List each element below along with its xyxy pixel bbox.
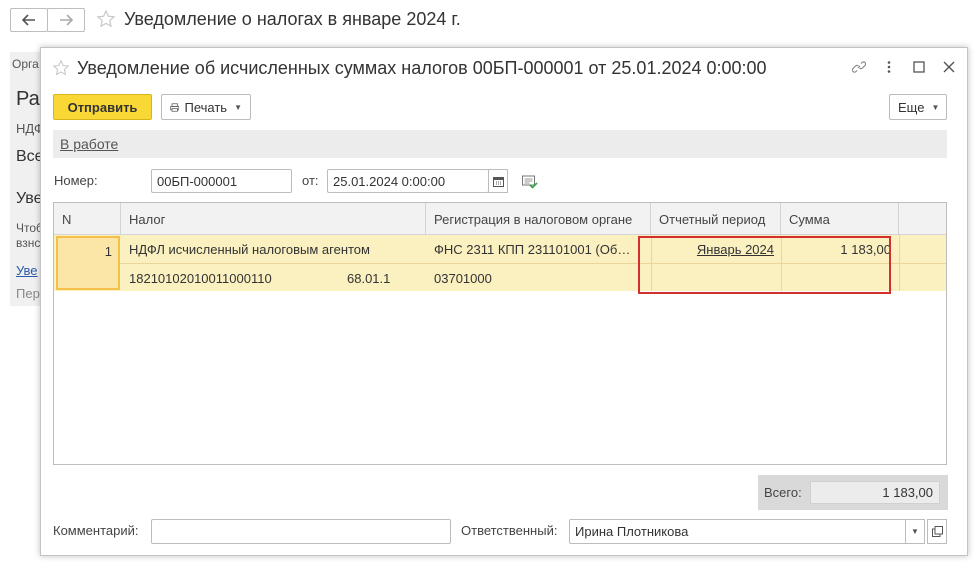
bg-per: Пер: [16, 286, 40, 301]
number-label: Номер:: [54, 173, 98, 188]
forward-button[interactable]: [47, 8, 85, 32]
comment-label: Комментарий:: [53, 523, 139, 538]
back-button[interactable]: [10, 8, 48, 32]
bg-link[interactable]: Уве: [16, 263, 38, 278]
link-button[interactable]: [851, 59, 867, 75]
calendar-icon: [492, 176, 504, 187]
table-header: N Налог Регистрация в налоговом органе О…: [54, 203, 946, 235]
open-window-icon: [931, 526, 943, 537]
number-field[interactable]: 00БП-000001: [151, 169, 292, 193]
window-title: Уведомление об исчисленных суммах налого…: [77, 58, 767, 78]
chevron-down-icon: ▼: [911, 527, 919, 536]
more-button-label: Еще: [898, 99, 925, 115]
responsible-field[interactable]: Ирина Плотникова: [569, 519, 925, 544]
column-divider: [899, 235, 900, 291]
status-bar: В работе: [53, 130, 947, 158]
calendar-button[interactable]: [488, 169, 508, 193]
favorite-star-icon[interactable]: [96, 9, 116, 29]
bg-heading: Ра: [16, 88, 40, 110]
comment-field[interactable]: [151, 519, 451, 544]
document-status-icon[interactable]: [522, 175, 538, 192]
account-cell[interactable]: 68.01.1: [347, 271, 390, 286]
bg-line1: Чтоб: [16, 221, 43, 235]
vertical-dots-icon: [887, 61, 891, 73]
arrow-right-icon: [60, 14, 73, 26]
link-icon: [852, 61, 866, 73]
open-responsible-button[interactable]: [927, 519, 947, 544]
total-label: Всего:: [764, 485, 802, 500]
more-actions-button[interactable]: [881, 59, 897, 75]
bg-line2: взнс: [16, 236, 41, 250]
more-button[interactable]: Еще ▼: [889, 94, 947, 120]
column-header-sum[interactable]: Сумма: [781, 203, 899, 235]
oktmo-cell[interactable]: 03701000: [434, 271, 492, 286]
row-number: 1: [104, 244, 112, 259]
send-button[interactable]: Отправить: [53, 94, 152, 120]
responsible-label: Ответственный:: [461, 523, 558, 538]
total-value: 1 183,00: [810, 481, 940, 504]
total-panel: Всего: 1 183,00: [758, 475, 948, 510]
date-label: от:: [302, 173, 319, 188]
window-controls: [851, 59, 957, 75]
page-title: Уведомление о налогах в январе 2024 г.: [124, 9, 461, 29]
notification-window: Уведомление об исчисленных суммах налого…: [40, 47, 968, 556]
status-link[interactable]: В работе: [60, 136, 118, 152]
column-header-tax[interactable]: Налог: [121, 203, 426, 235]
responsible-dropdown-button[interactable]: ▼: [905, 519, 925, 544]
kbk-cell[interactable]: 18210102010011000110: [129, 271, 272, 286]
bg-notif-heading: Уве: [16, 190, 43, 207]
printer-icon: [170, 102, 180, 112]
column-header-period[interactable]: Отчетный период: [651, 203, 781, 235]
chevron-down-icon: ▼: [234, 102, 242, 112]
column-header-n[interactable]: N: [54, 203, 121, 235]
maximize-button[interactable]: [911, 59, 927, 75]
close-icon: [943, 61, 955, 73]
print-button[interactable]: Печать ▼: [161, 94, 251, 120]
column-header-empty: [899, 203, 946, 235]
maximize-icon: [913, 61, 925, 73]
highlight-box: [638, 236, 891, 294]
date-field[interactable]: 25.01.2024 0:00:00: [327, 169, 489, 193]
favorite-star-icon[interactable]: [52, 59, 70, 77]
arrow-left-icon: [22, 14, 35, 26]
bg-org-label: Орга: [12, 57, 39, 71]
print-button-label: Печать: [184, 99, 228, 115]
registration-cell[interactable]: ФНС 2311 КПП 231101001 (Об…: [434, 242, 644, 257]
chevron-down-icon: ▼: [931, 102, 940, 112]
column-header-registration[interactable]: Регистрация в налоговом органе: [426, 203, 651, 235]
tax-name-cell[interactable]: НДФЛ исчисленный налоговым агентом: [129, 242, 370, 257]
close-button[interactable]: [941, 59, 957, 75]
row-number-cell[interactable]: 1: [56, 236, 120, 290]
